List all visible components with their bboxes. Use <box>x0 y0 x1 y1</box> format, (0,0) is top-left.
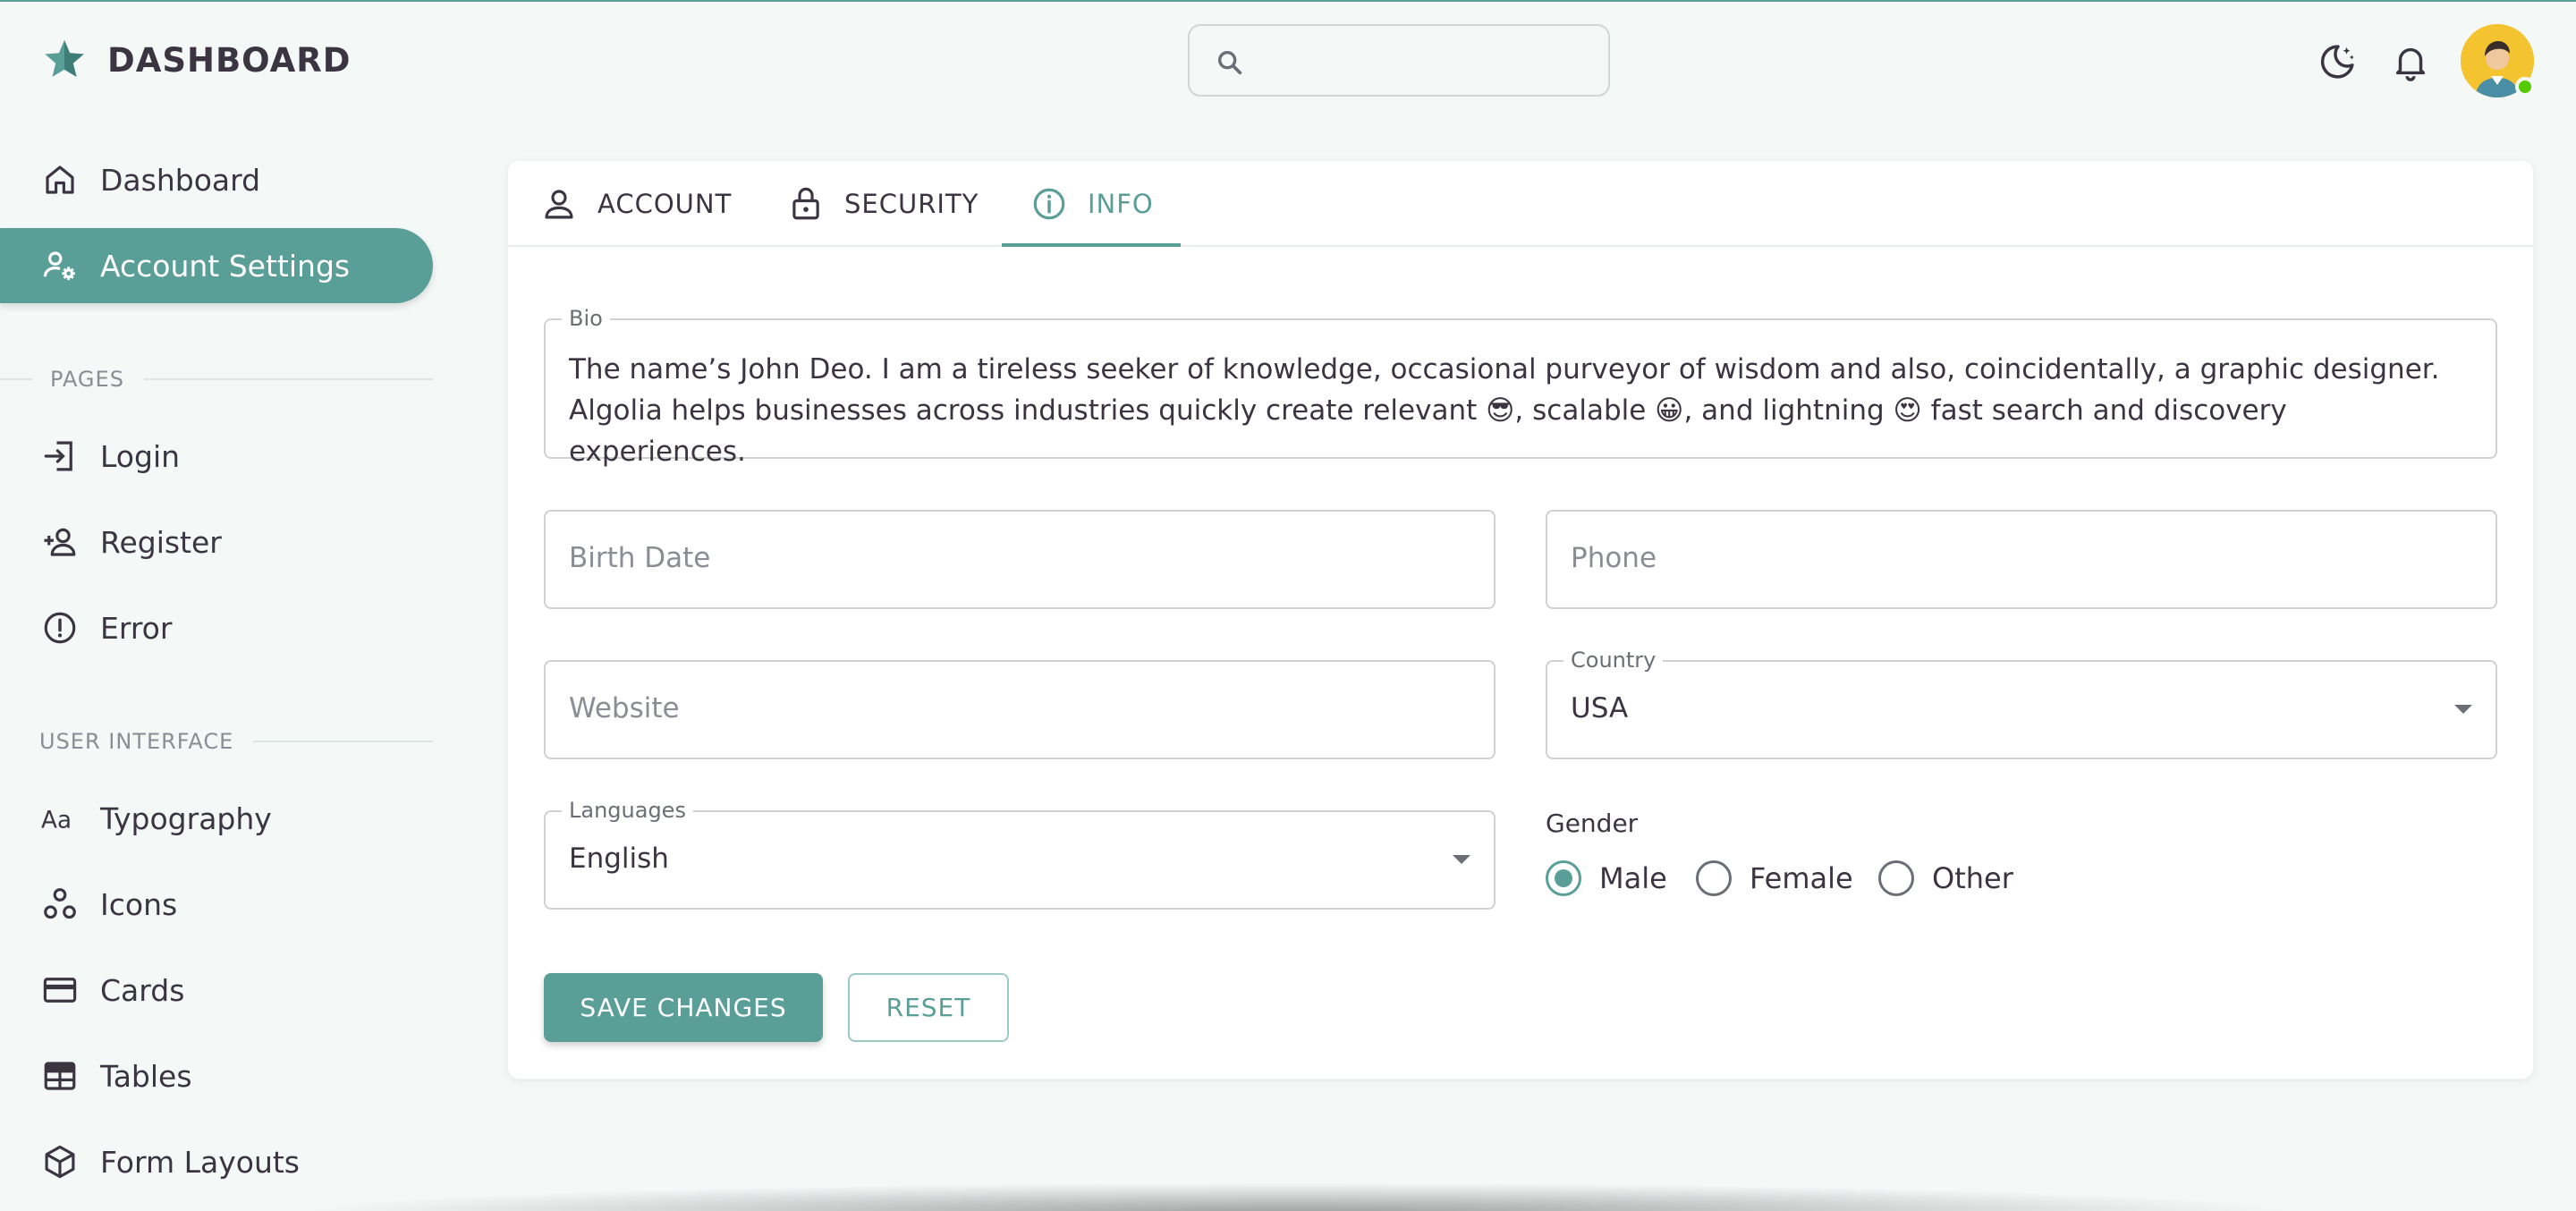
tab-label: SECURITY <box>844 189 979 219</box>
gender-label: Gender <box>1546 809 1639 838</box>
reset-button[interactable]: RESET <box>848 973 1009 1042</box>
credit-card-icon <box>43 978 77 1003</box>
save-changes-button[interactable]: SAVE CHANGES <box>544 973 823 1042</box>
radio-unchecked-icon <box>1878 860 1914 896</box>
gender-radio-female[interactable]: Female <box>1696 860 1853 896</box>
languages-label: Languages <box>562 798 693 823</box>
account-icon <box>545 190 573 219</box>
sidebar-item-account-settings[interactable]: Account Settings <box>0 228 433 303</box>
sidebar-item-label: Typography <box>100 800 272 836</box>
country-select[interactable]: Country USA <box>1546 648 2497 759</box>
tab-account[interactable]: ACCOUNT <box>540 161 732 247</box>
bottom-shadow <box>286 1182 2308 1211</box>
search-box[interactable] <box>1188 24 1610 97</box>
gender-radio-male[interactable]: Male <box>1546 860 1667 896</box>
tab-bar: ACCOUNT SECURITY INFO <box>508 161 2533 247</box>
sidebar-item-error[interactable]: Error <box>0 590 433 665</box>
lock-open-icon <box>792 187 819 220</box>
sidebar-item-label: Dashboard <box>100 162 261 198</box>
chevron-down-icon <box>2454 705 2472 714</box>
website-field[interactable]: Website <box>544 660 1496 759</box>
account-cog-icon <box>43 251 75 281</box>
sidebar-item-label: Register <box>100 524 222 560</box>
cube-icon <box>45 1145 75 1179</box>
tab-label: ACCOUNT <box>597 189 733 219</box>
search-icon <box>1217 50 1242 75</box>
sidebar-item-label: Tables <box>100 1058 192 1094</box>
sidebar-item-cards[interactable]: Cards <box>0 953 433 1028</box>
online-status-badge <box>2515 77 2535 97</box>
sidebar-item-label: Account Settings <box>100 248 351 284</box>
sidebar-item-register[interactable]: Register <box>0 504 433 580</box>
table-icon <box>44 1062 76 1090</box>
home-icon <box>46 165 74 194</box>
tab-active-indicator <box>1002 243 1181 247</box>
languages-select[interactable]: Languages English <box>544 798 1496 910</box>
svg-text:Aa: Aa <box>41 808 72 834</box>
website-placeholder: Website <box>569 692 680 724</box>
phone-field[interactable]: Phone <box>1546 510 2497 609</box>
sidebar-item-label: Form Layouts <box>100 1144 300 1180</box>
sidebar-item-login[interactable]: Login <box>0 419 433 494</box>
section-header-user-interface: USER INTERFACE <box>0 724 433 759</box>
alert-circle-icon <box>44 612 76 644</box>
bio-text[interactable]: The name’s John Deo. I am a tireless see… <box>569 349 2472 472</box>
google-circles-icon <box>44 888 76 919</box>
information-icon <box>1033 188 1065 220</box>
sidebar-item-tables[interactable]: Tables <box>0 1038 433 1114</box>
star-logo-icon <box>45 39 84 77</box>
sidebar-item-label: Icons <box>100 886 178 922</box>
country-label: Country <box>1563 648 1664 673</box>
radio-unchecked-icon <box>1696 860 1732 896</box>
sidebar-item-label: Error <box>100 610 173 646</box>
theme-toggle-icon[interactable] <box>2317 41 2358 82</box>
sidebar-item-label: Login <box>100 438 181 474</box>
languages-value: English <box>569 843 669 875</box>
phone-placeholder: Phone <box>1571 542 1657 574</box>
sidebar-item-typography[interactable]: Aa Typography <box>0 781 433 856</box>
account-plus-icon <box>44 528 76 556</box>
app-title: DASHBOARD <box>107 40 352 80</box>
chevron-down-icon <box>1453 855 1470 864</box>
gender-radio-other[interactable]: Other <box>1878 860 2013 896</box>
account-settings-card: ACCOUNT SECURITY INFO Bio The name’s Joh… <box>508 161 2533 1079</box>
section-header-pages: PAGES <box>0 361 433 397</box>
format-letter-case-icon: Aa <box>41 808 72 834</box>
sidebar-item-icons[interactable]: Icons <box>0 867 433 942</box>
birth-date-field[interactable]: Birth Date <box>544 510 1496 609</box>
bio-label: Bio <box>562 306 610 331</box>
bell-icon[interactable] <box>2390 41 2431 82</box>
tab-info[interactable]: INFO <box>1030 161 1154 247</box>
radio-checked-icon <box>1546 860 1581 896</box>
sidebar-item-label: Cards <box>100 972 185 1008</box>
tab-security[interactable]: SECURITY <box>787 161 979 247</box>
login-icon <box>44 441 72 471</box>
tab-label: INFO <box>1088 189 1154 219</box>
search-input[interactable] <box>1261 35 1592 87</box>
brand[interactable]: DASHBOARD <box>39 34 351 86</box>
country-value: USA <box>1571 692 1629 724</box>
bio-field[interactable]: Bio The name’s John Deo. I am a tireless… <box>544 306 2497 468</box>
sidebar-item-dashboard[interactable]: Dashboard <box>0 142 433 217</box>
birth-date-placeholder: Birth Date <box>569 542 711 574</box>
